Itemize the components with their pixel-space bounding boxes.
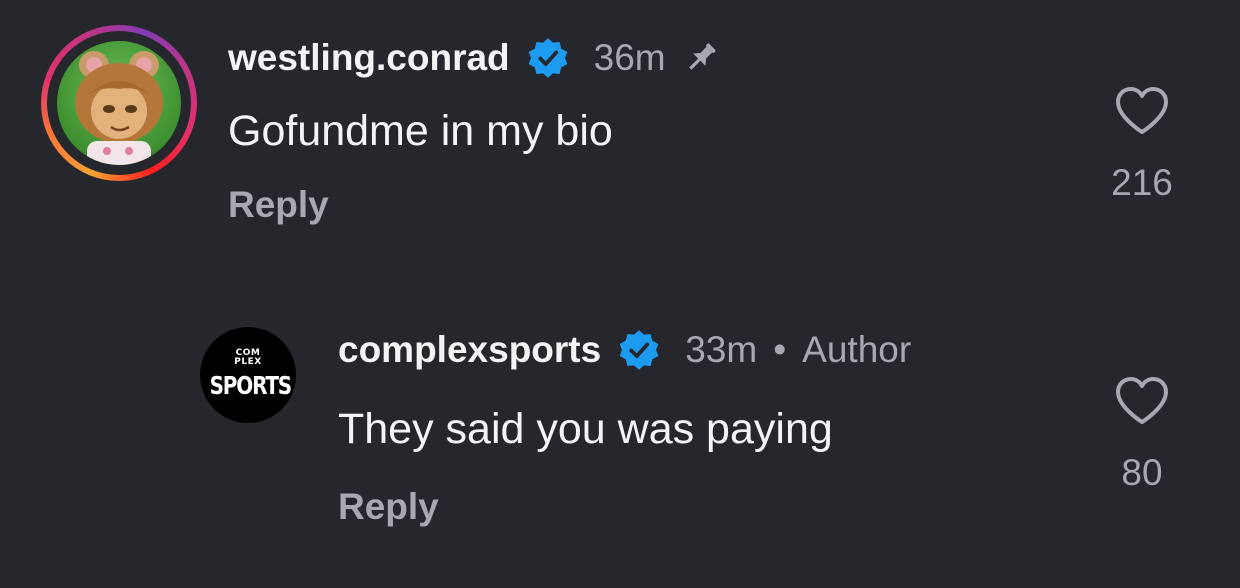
comment-header: westling.conrad 36m (228, 33, 720, 83)
comment-time: 36m (593, 37, 666, 78)
comment: westling.conrad 36m Gofundme in my bio R… (0, 0, 1240, 260)
comment-header: complexsports 33m • Author (338, 325, 911, 375)
reply-button[interactable]: Reply (228, 184, 329, 226)
comment-text: They said you was paying (338, 405, 833, 453)
like-count: 216 (1111, 162, 1173, 203)
like-count: 80 (1121, 452, 1163, 493)
brand-logo-small: COM PLEX (234, 348, 262, 367)
avatar[interactable]: COM PLEX SPORTS (200, 327, 296, 423)
heart-outline-icon[interactable] (1113, 85, 1171, 137)
avatar-story-ring[interactable] (41, 25, 197, 181)
comment-reply: COM PLEX SPORTS complexsports 33m • Auth… (0, 300, 1240, 588)
comments-section: westling.conrad 36m Gofundme in my bio R… (0, 0, 1240, 588)
reply-button[interactable]: Reply (338, 486, 439, 528)
comment-text: Gofundme in my bio (228, 107, 613, 155)
pin-icon (688, 43, 716, 70)
cartoon-avatar-image (75, 51, 163, 165)
username[interactable]: complexsports (338, 329, 601, 371)
separator-dot: • (773, 329, 787, 370)
heart-outline-icon[interactable] (1113, 375, 1171, 427)
comment-time: 33m (685, 329, 758, 370)
verified-badge-icon (619, 330, 659, 370)
brand-logo-text: SPORTS (209, 371, 293, 400)
author-label: Author (802, 329, 912, 370)
username[interactable]: westling.conrad (228, 37, 510, 79)
verified-badge-icon (528, 38, 567, 78)
avatar (57, 41, 181, 165)
